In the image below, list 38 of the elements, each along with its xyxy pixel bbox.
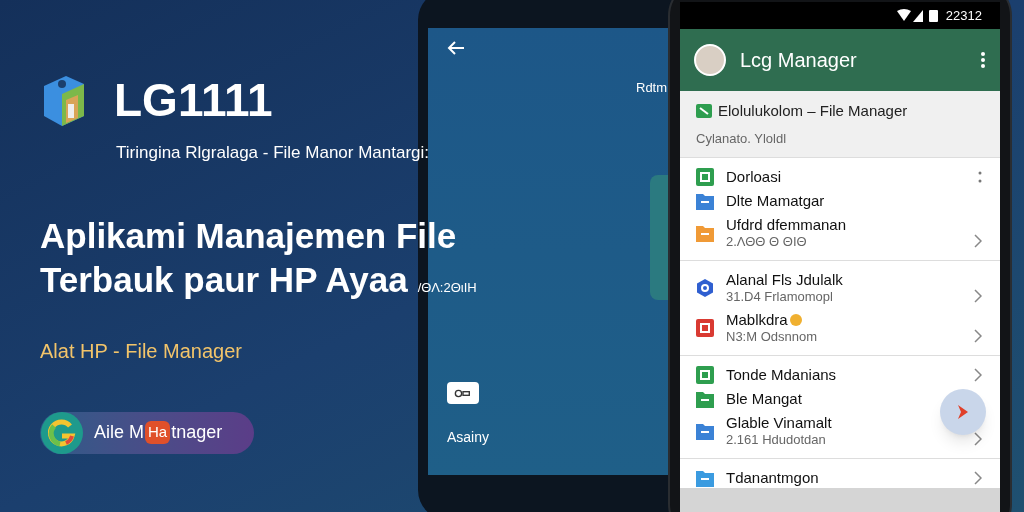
pill-label: tnager [171, 421, 223, 444]
brand-name: LG1111 [114, 77, 273, 123]
banner-subtitle: Cylanato. Yloldl [696, 129, 788, 148]
item-title: Dlte Mamatgar [726, 192, 825, 210]
pill-label: Aile M [94, 421, 144, 444]
item-subtitle: 2.ΛΘΘ Θ ΘΙΘ [726, 234, 808, 250]
item-subtitle: 31.D4 Frlamomopl [726, 289, 834, 305]
item-title: Glable Vinamalt [726, 414, 832, 432]
app-title: Lcg Manager [740, 48, 858, 73]
item-title: Alanal Fls Jdulalk [726, 271, 843, 289]
list-item[interactable]: Tdanantmgon [680, 467, 1000, 489]
list-item[interactable]: Tonde Mdanians [680, 364, 1000, 386]
list-item[interactable]: Dorloasi [680, 166, 1000, 188]
item-title: Mablkdra [726, 311, 788, 329]
item-title: Tdanantmgon [726, 469, 819, 487]
list-item[interactable]: Alanal Fls Jdulalk 31.D4 Frlamomopl [680, 269, 1000, 307]
item-title: Ble Mangat [726, 390, 802, 408]
subtitle: Alat HP - File Manager [40, 338, 243, 364]
item-title: Tonde Mdanians [726, 366, 837, 384]
list-item[interactable]: Ble Mangat [680, 388, 1000, 410]
list-item[interactable]: Mablkdra N3:M Odsnnom [680, 309, 1000, 347]
item-subtitle: 2.161 Hdudotdan [726, 432, 827, 448]
list-item[interactable]: Ufdrd dfemmanan 2.ΛΘΘ Θ ΘΙΘ [680, 214, 1000, 252]
tagline: Tiringina Rlgralaga - File Manor Mantargi: [116, 142, 431, 164]
status-time: 22312 [945, 6, 982, 25]
screen-label: Rdtm [636, 79, 668, 97]
item-subtitle: N3:M Odsnnom [726, 329, 819, 345]
version-note: /ΘΛ:2ΘιΙΗ [417, 278, 477, 297]
pill-badge: Ha [145, 421, 171, 444]
banner-title: Elolulukolom – File Manager [718, 101, 908, 121]
headline: Terbauk paur HP Ayaa [40, 258, 408, 301]
screen-label: Asainy [447, 428, 490, 447]
list-item[interactable]: Dlte Mamatgar [680, 190, 1000, 212]
headline: Aplikami Manajemen File [40, 214, 458, 257]
item-title: Ufdrd dfemmanan [726, 216, 847, 234]
item-title: Dorloasi [726, 168, 782, 186]
app-pill-button[interactable]: Aile M Ha tnager [40, 411, 254, 454]
list-item[interactable]: Glable Vinamalt 2.161 Hdudotdan [680, 412, 1000, 450]
